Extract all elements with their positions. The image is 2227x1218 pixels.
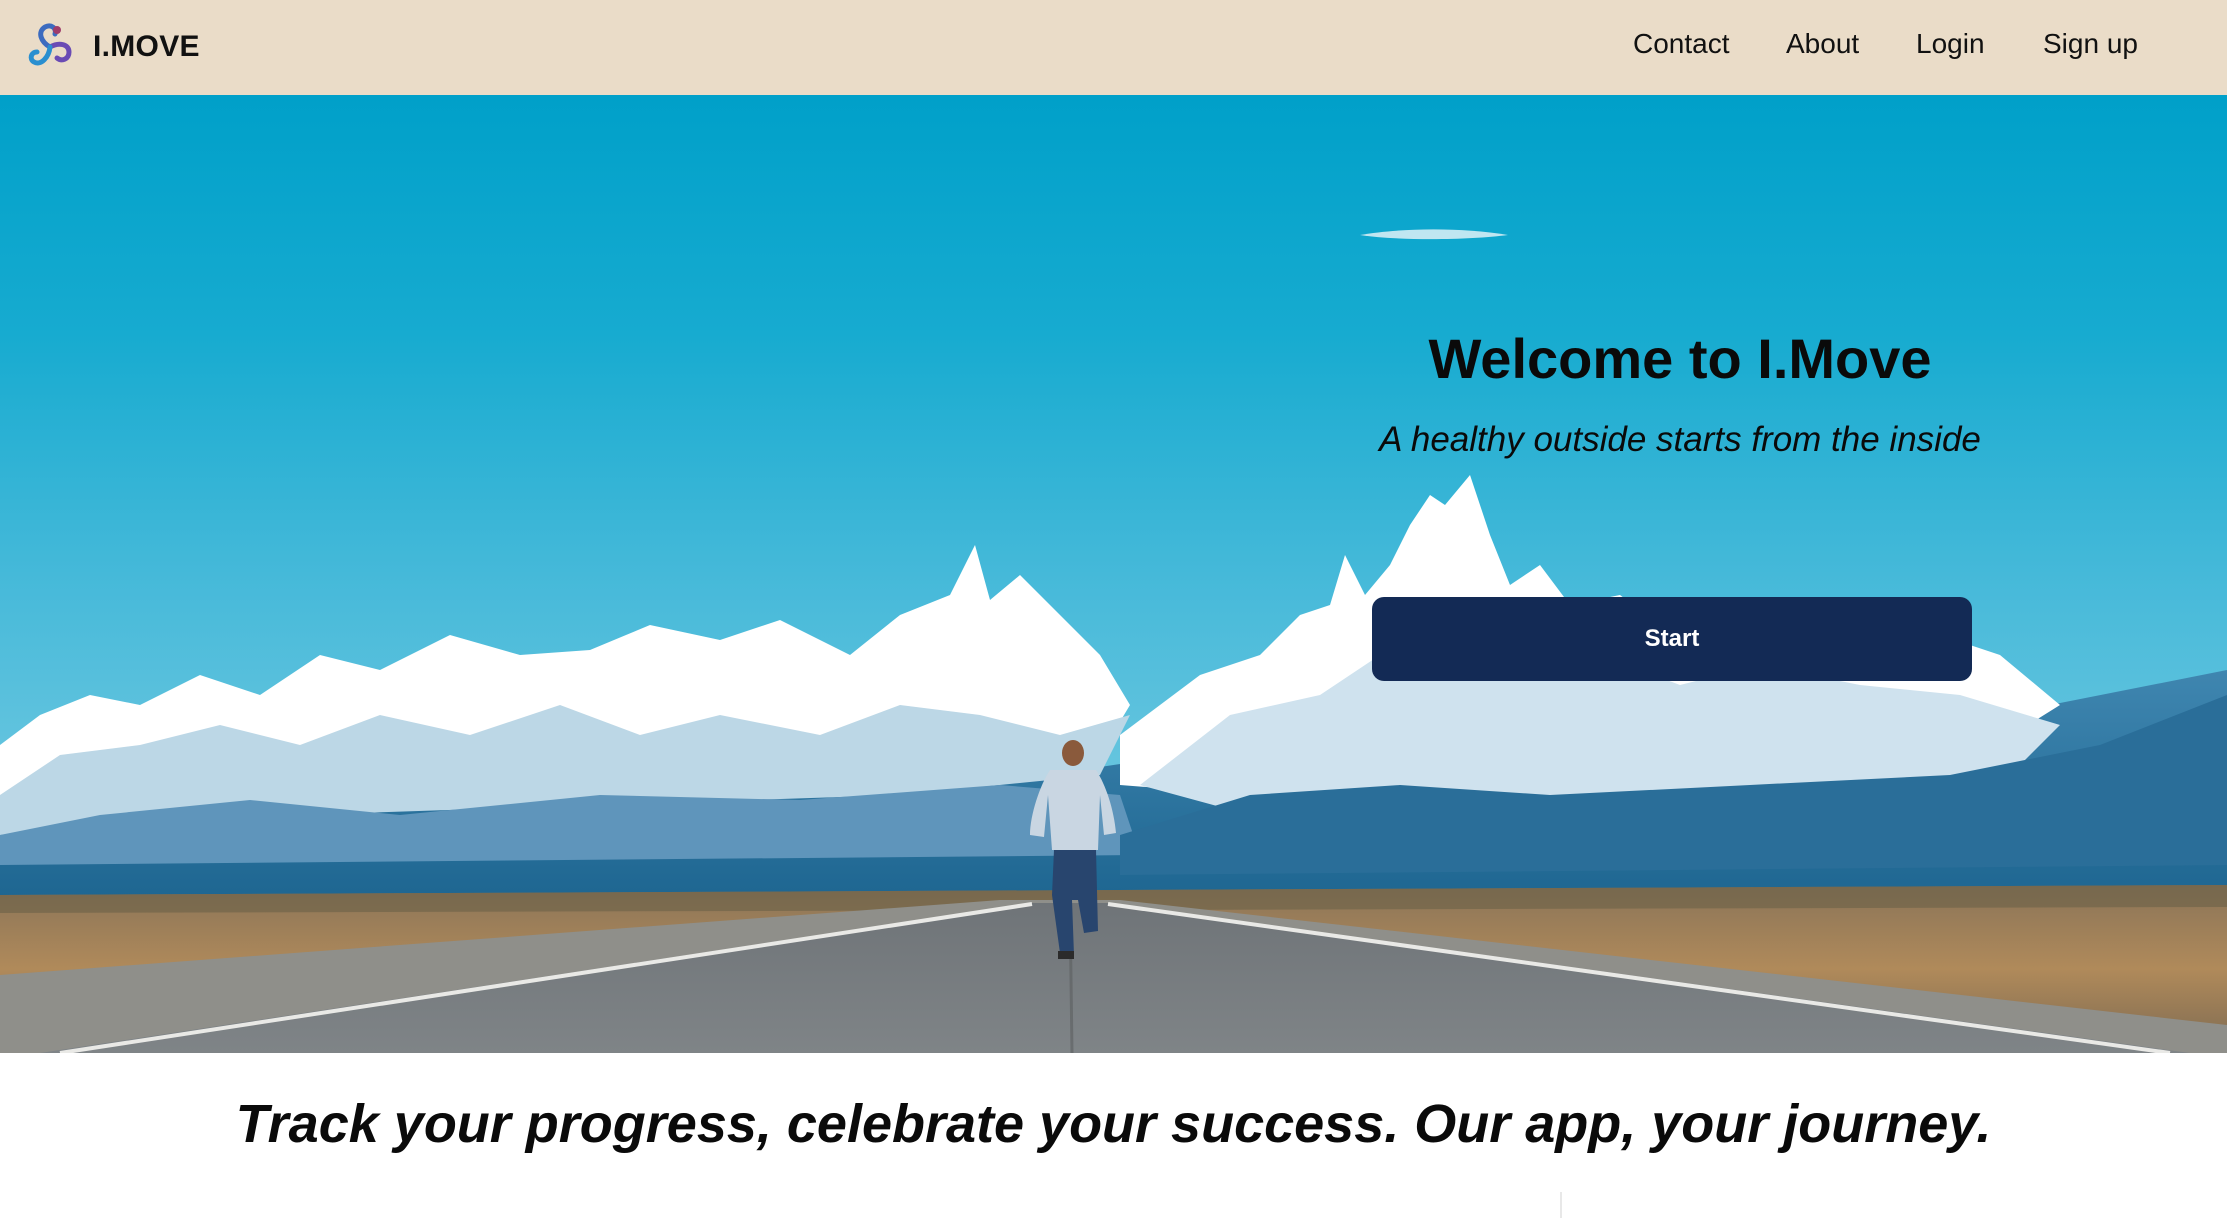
start-button[interactable]: Start — [1372, 597, 1972, 681]
top-navbar: I.MOVE Contact About Login Sign up — [0, 0, 2227, 95]
nav-login-link[interactable]: Login — [1916, 28, 1985, 60]
hero-section: Welcome to I.Move A healthy outside star… — [0, 95, 2227, 1053]
nav-contact-link[interactable]: Contact — [1633, 28, 1730, 60]
hero-title: Welcome to I.Move — [1428, 327, 1932, 390]
hero-background-image — [0, 229, 2227, 1053]
nav-links: Contact About Login Sign up — [0, 0, 2227, 95]
nav-about-link[interactable]: About — [1786, 28, 1859, 60]
landing-page: I.MOVE Contact About Login Sign up Welco… — [0, 0, 2227, 1218]
divider — [1560, 1192, 1562, 1218]
tagline: Track your progress, celebrate your succ… — [235, 1094, 1992, 1154]
hero-subtitle: A healthy outside starts from the inside — [1379, 420, 1981, 460]
nav-signup-link[interactable]: Sign up — [2043, 28, 2138, 60]
hero-content: Welcome to I.Move A healthy outside star… — [1330, 325, 2030, 681]
